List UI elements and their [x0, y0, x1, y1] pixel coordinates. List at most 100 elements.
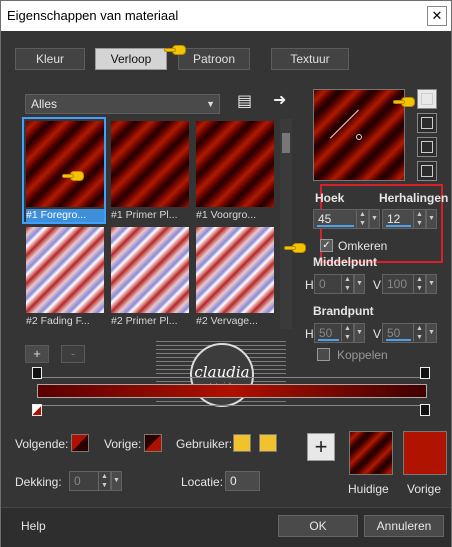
- gradient-thumb-caption: #1 Primer Pl...: [111, 209, 178, 221]
- gradient-thumb-image: [26, 227, 104, 313]
- category-select-value: Alles: [31, 97, 58, 111]
- middelpunt-label: Middelpunt: [313, 255, 377, 269]
- center-point-handle[interactable]: [356, 134, 362, 140]
- vorige-label: Vorige:: [104, 437, 142, 451]
- middelpunt-v-label: V: [373, 278, 382, 292]
- angle-handle-line: [329, 109, 359, 139]
- opacity-stop-right[interactable]: [420, 367, 430, 379]
- brandpunt-v-dropdown[interactable]: ▼: [426, 323, 437, 343]
- tab-textuur[interactable]: Textuur: [271, 48, 349, 70]
- resource-manager-icon[interactable]: ▤: [237, 91, 252, 111]
- transparency-rail: [41, 377, 425, 378]
- gradient-bar[interactable]: [37, 384, 427, 398]
- previous-material-swatch[interactable]: [403, 431, 447, 475]
- category-select[interactable]: Alles ▼: [25, 94, 220, 114]
- sunburst-style-button[interactable]: [417, 137, 437, 157]
- gradient-thumb-1[interactable]: #1 Foregro...: [22, 117, 106, 224]
- gebruiker-color-swatch[interactable]: [233, 434, 251, 452]
- gradient-thumb-caption: #1 Foregro...: [26, 209, 104, 222]
- koppelen-label: Koppelen: [337, 348, 388, 362]
- spinner-icon[interactable]: ▲ ▼: [413, 210, 425, 228]
- current-material-swatch[interactable]: [349, 431, 393, 475]
- dekking-input[interactable]: 0 ▲ ▼: [69, 471, 111, 491]
- remove-stop-button[interactable]: -: [61, 345, 85, 363]
- scrollbar-thumb[interactable]: [282, 133, 290, 153]
- brandpunt-h-dropdown[interactable]: ▼: [354, 323, 365, 343]
- tab-kleur[interactable]: Kleur: [15, 48, 85, 70]
- koppelen-checkbox[interactable]: [317, 348, 330, 361]
- ok-button[interactable]: OK: [278, 515, 358, 537]
- hoek-value: 45: [318, 212, 332, 226]
- gradient-thumb-image: [196, 227, 274, 313]
- gradient-thumb-image: [111, 121, 189, 207]
- brandpunt-v-value: 50: [387, 326, 401, 340]
- herhalingen-value: 12: [387, 212, 401, 226]
- huidige-label: Huidige: [348, 482, 389, 496]
- help-link[interactable]: Help: [21, 519, 46, 533]
- close-icon[interactable]: ✕: [427, 6, 447, 26]
- brandpunt-v-input[interactable]: 50 ▲ ▼: [382, 323, 426, 343]
- spinner-icon[interactable]: ▲ ▼: [356, 210, 368, 228]
- gradient-thumb-image: [26, 121, 104, 207]
- middelpunt-h-value: 0: [319, 277, 326, 291]
- rectangular-style-button[interactable]: [417, 113, 437, 133]
- brandpunt-h-label: H: [305, 327, 314, 341]
- spinner-icon[interactable]: ▲ ▼: [341, 275, 353, 293]
- gradient-thumb-caption: #2 Primer Pl...: [111, 315, 178, 327]
- dekking-dropdown[interactable]: ▼: [111, 471, 122, 491]
- radial-style-button[interactable]: [417, 161, 437, 181]
- gradient-thumb-2[interactable]: #1 Primer Pl...: [109, 119, 189, 222]
- opacity-stop-left[interactable]: [32, 367, 42, 379]
- vorige-color-swatch[interactable]: [144, 434, 162, 452]
- brandpunt-h-input[interactable]: 50 ▲ ▼: [314, 323, 354, 343]
- volgende-color-swatch[interactable]: [71, 434, 89, 452]
- spinner-icon[interactable]: ▲ ▼: [413, 275, 425, 293]
- material-properties-dialog: Eigenschappen van materiaal ✕ Kleur Verl…: [0, 0, 452, 547]
- middelpunt-h-input[interactable]: 0 ▲ ▼: [314, 274, 354, 294]
- middelpunt-h-dropdown[interactable]: ▼: [354, 274, 365, 294]
- tab-verloop[interactable]: Verloop: [95, 48, 167, 70]
- add-to-swatches-button[interactable]: +: [307, 433, 335, 461]
- spinner-icon[interactable]: ▲ ▼: [98, 472, 110, 490]
- gradient-thumb-caption: #2 Vervage...: [196, 315, 258, 327]
- omkeren-checkbox[interactable]: ✓: [320, 239, 333, 252]
- herhalingen-input[interactable]: 12 ▲ ▼: [382, 209, 426, 229]
- brandpunt-label: Brandpunt: [313, 304, 374, 318]
- spinner-icon[interactable]: ▲ ▼: [341, 324, 353, 342]
- gradient-thumb-caption: #1 Voorgro...: [196, 209, 257, 221]
- pointing-hand-icon: [284, 241, 308, 255]
- gradient-preview[interactable]: [313, 89, 405, 181]
- hoek-label: Hoek: [315, 191, 345, 205]
- gradient-thumb-image: [111, 227, 189, 313]
- gradient-thumb-5[interactable]: #2 Primer Pl...: [109, 225, 189, 328]
- gradient-thumb-4[interactable]: #2 Fading F...: [24, 225, 104, 328]
- herhalingen-slider-dropdown[interactable]: ▼: [426, 209, 437, 229]
- dekking-value: 0: [74, 474, 81, 488]
- cancel-button[interactable]: Annuleren: [364, 515, 444, 537]
- spinner-icon[interactable]: ▲ ▼: [413, 324, 425, 342]
- gebruiker-color-swatch-2[interactable]: [259, 434, 277, 452]
- hoek-input[interactable]: 45 ▲ ▼: [313, 209, 369, 229]
- locatie-input[interactable]: 0: [225, 471, 260, 491]
- claudia-watermark-logo: claudia tutorials: [156, 341, 286, 409]
- middelpunt-v-dropdown[interactable]: ▼: [426, 274, 437, 294]
- window-title: Eigenschappen van materiaal: [7, 8, 179, 23]
- locatie-value: 0: [230, 474, 237, 488]
- color-stop-left[interactable]: [32, 404, 42, 416]
- library-scrollbar[interactable]: [280, 119, 292, 329]
- hoek-slider-dropdown[interactable]: ▼: [369, 209, 380, 229]
- gradient-thumb-3[interactable]: #1 Voorgro...: [194, 119, 274, 222]
- tab-patroon[interactable]: Patroon: [178, 48, 250, 70]
- herhalingen-label: Herhalingen: [379, 191, 449, 205]
- color-rail: [41, 405, 425, 406]
- gradient-thumb-6[interactable]: #2 Vervage...: [194, 225, 274, 328]
- add-stop-button[interactable]: +: [25, 345, 49, 363]
- color-stop-right[interactable]: [420, 404, 430, 416]
- linear-style-button[interactable]: [417, 89, 437, 109]
- gebruiker-label: Gebruiker:: [176, 437, 233, 451]
- middelpunt-v-input[interactable]: 100 ▲ ▼: [382, 274, 426, 294]
- pointing-hand-icon: [393, 95, 417, 109]
- omkeren-label: Omkeren: [338, 239, 388, 253]
- arrow-right-icon[interactable]: ➜: [273, 90, 286, 110]
- watermark-text: claudia: [194, 363, 250, 381]
